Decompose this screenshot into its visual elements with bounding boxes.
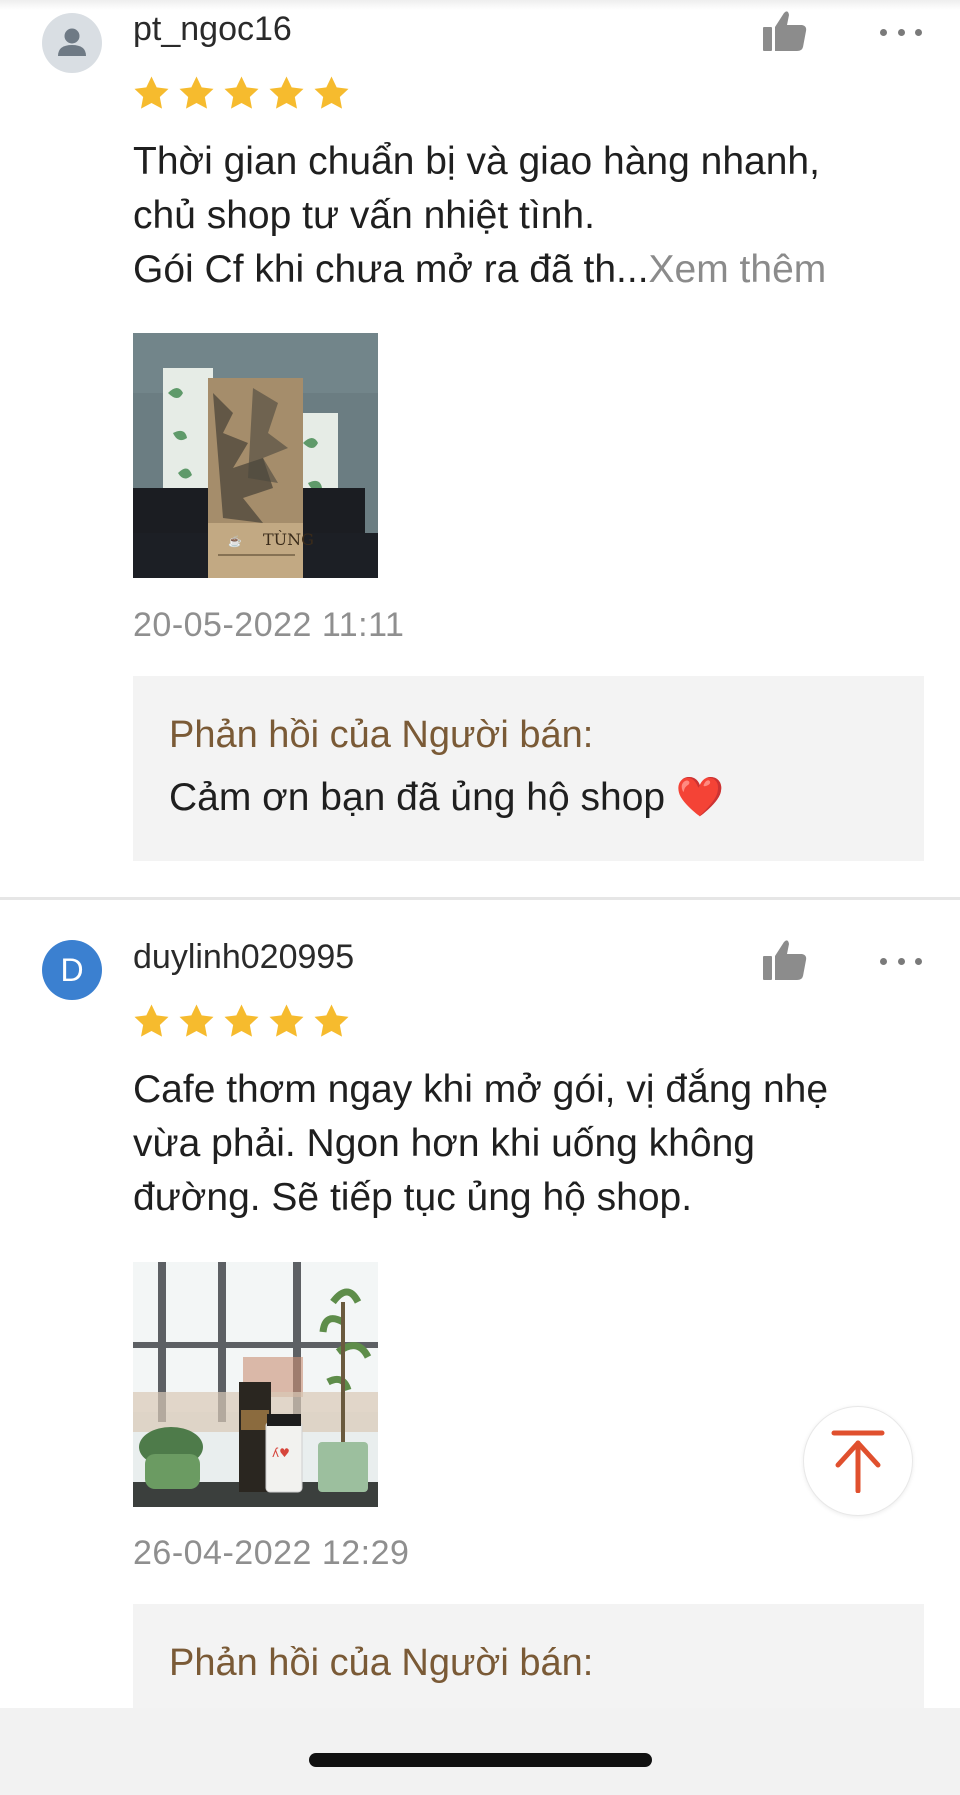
review-item: pt_ngoc16 Thời gian chuẩn bị và giao hàn… [0,0,960,898]
seller-reply-label: Phản hồi của Người bán: [169,714,594,756]
star-icon [179,1004,214,1037]
star-rating [131,1002,352,1042]
thumbs-up-icon[interactable] [762,938,808,982]
review-text-line: chủ shop tư vấn nhiệt tình. [133,194,595,237]
review-text-line: vừa phải. Ngon hơn khi uống không [133,1122,755,1165]
svg-text:☕: ☕ [228,534,242,548]
star-icon [314,1004,349,1037]
review-photo[interactable]: ʎ♥ [133,1262,378,1507]
star-icon [269,76,304,109]
seller-reply-text: Cảm ơn bạn đã ủng hộ shop ❤️ [169,776,725,819]
star-icon [134,1004,169,1037]
user-avatar[interactable]: D [42,940,102,1000]
review-photo[interactable]: TÙNG ☕ [133,333,378,578]
star-rating [131,74,352,114]
review-text: Cafe thơm ngay khi mở gói, vị đắng nhẹ v… [133,1063,923,1225]
thumbs-up-icon[interactable] [762,9,808,53]
bottom-bar [0,1708,960,1795]
review-text-line: đường. Sẽ tiếp tục ủng hộ shop. [133,1176,693,1219]
more-options-icon[interactable] [880,22,922,42]
photo-package-label: TÙNG [263,529,314,549]
review-text-line: Cafe thơm ngay khi mở gói, vị đắng nhẹ [133,1068,829,1111]
reviewer-username[interactable]: pt_ngoc16 [133,10,292,49]
review-text-line-truncated: Gói Cf khi chưa mở ra đã th...Xem thêm [133,248,827,291]
default-user-icon [58,28,86,56]
more-options-icon[interactable] [880,951,922,971]
review-item: D duylinh020995 Cafe thơm ngay khi mở gó… [0,900,960,1795]
user-avatar[interactable] [42,13,102,73]
star-icon [224,76,259,109]
arrow-up-to-top-icon [831,1430,885,1493]
seller-reply-box: Phản hồi của Người bán: Cảm ơn bạn đã ủn… [133,676,924,861]
star-icon [134,76,169,109]
seller-reply-label: Phản hồi của Người bán: [169,1642,594,1684]
review-timestamp: 20-05-2022 11:11 [133,606,405,644]
scroll-to-top-button[interactable] [803,1406,913,1516]
review-text-line: Thời gian chuẩn bị và giao hàng nhanh, [133,140,820,183]
review-list-page: pt_ngoc16 Thời gian chuẩn bị và giao hàn… [0,0,960,1795]
review-text: Thời gian chuẩn bị và giao hàng nhanh, c… [133,135,923,297]
star-icon [314,76,349,109]
seller-reply-box: Phản hồi của Người bán: [133,1604,924,1724]
see-more-link[interactable]: Xem thêm [649,248,827,291]
review-timestamp: 26-04-2022 12:29 [133,1534,410,1572]
reviewer-username[interactable]: duylinh020995 [133,938,354,977]
avatar-letter: D [60,951,84,988]
star-icon [269,1004,304,1037]
star-icon [224,1004,259,1037]
svg-text:ʎ♥: ʎ♥ [272,1446,290,1460]
home-indicator[interactable] [309,1753,652,1767]
star-icon [179,76,214,109]
